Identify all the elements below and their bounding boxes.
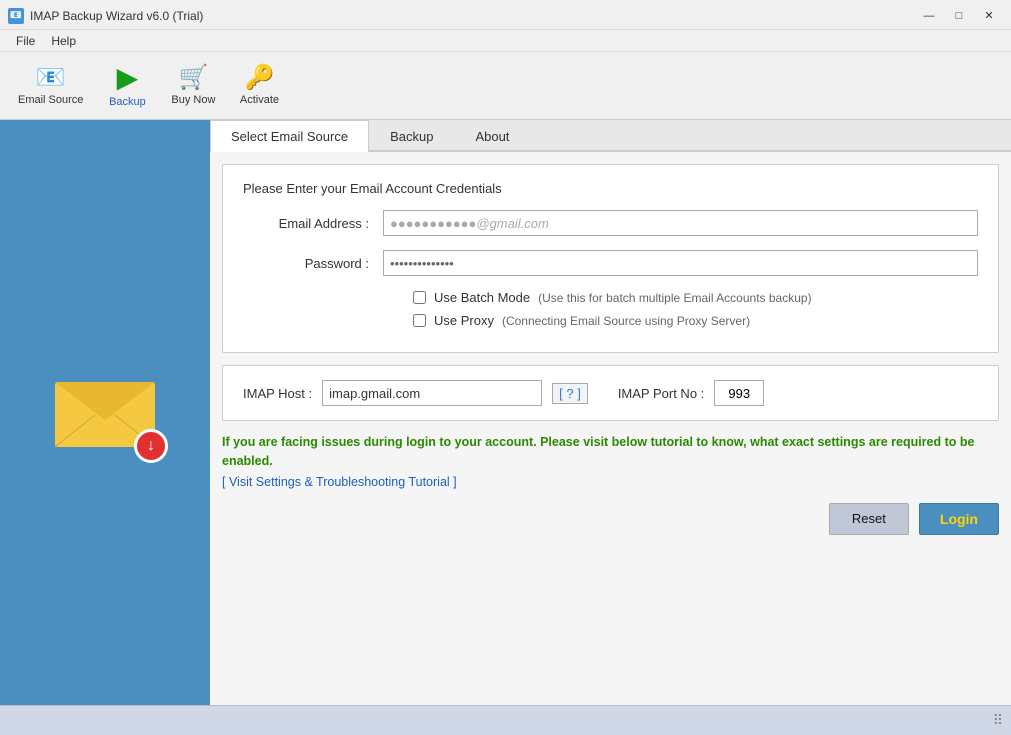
batch-mode-row: Use Batch Mode (Use this for batch multi… (393, 290, 978, 305)
email-label: Email Address : (243, 216, 383, 231)
tab-backup[interactable]: Backup (369, 120, 454, 152)
app-title: IMAP Backup Wizard v6.0 (Trial) (30, 9, 203, 23)
password-label: Password : (243, 256, 383, 271)
email-source-icon: 📧 (36, 66, 66, 90)
credentials-panel: Please Enter your Email Account Credenti… (222, 164, 999, 353)
imap-row: IMAP Host : [ ? ] IMAP Port No : (243, 380, 978, 406)
email-source-button[interactable]: 📧 Email Source (8, 62, 93, 110)
toolbar: 📧 Email Source ▶ Backup 🛒 Buy Now 🔑 Acti… (0, 52, 1011, 120)
tutorial-link[interactable]: [ Visit Settings & Troubleshooting Tutor… (222, 475, 457, 489)
email-input[interactable] (383, 210, 978, 236)
imap-host-label: IMAP Host : (243, 386, 312, 401)
batch-mode-hint: (Use this for batch multiple Email Accou… (538, 291, 811, 305)
close-button[interactable]: ✕ (975, 6, 1003, 26)
imap-port-input[interactable] (714, 380, 764, 406)
buy-now-icon: 🛒 (178, 66, 208, 90)
login-button[interactable]: Login (919, 503, 999, 535)
password-row: Password : (243, 250, 978, 276)
status-bar: ⠿ (0, 705, 1011, 735)
batch-mode-checkbox[interactable] (413, 291, 426, 304)
sidebar-icon: ↓ (45, 363, 165, 463)
buy-now-label: Buy Now (171, 94, 215, 106)
imap-help-button[interactable]: [ ? ] (552, 383, 588, 404)
backup-button[interactable]: ▶ Backup (97, 60, 157, 112)
batch-mode-label: Use Batch Mode (434, 290, 530, 305)
password-input[interactable] (383, 250, 978, 276)
reset-button[interactable]: Reset (829, 503, 909, 535)
backup-label: Backup (109, 96, 146, 108)
maximize-button[interactable]: □ (945, 6, 973, 26)
email-row: Email Address : (243, 210, 978, 236)
imap-port-label: IMAP Port No : (618, 386, 704, 401)
credentials-panel-title: Please Enter your Email Account Credenti… (243, 181, 978, 196)
menu-bar: File Help (0, 30, 1011, 52)
title-bar-left: IMAP Backup Wizard v6.0 (Trial) (8, 8, 203, 24)
activate-button[interactable]: 🔑 Activate (229, 62, 289, 110)
use-proxy-hint: (Connecting Email Source using Proxy Ser… (502, 314, 750, 328)
use-proxy-row: Use Proxy (Connecting Email Source using… (393, 313, 978, 328)
download-badge: ↓ (134, 429, 168, 463)
email-source-label: Email Source (18, 94, 83, 106)
use-proxy-label: Use Proxy (434, 313, 494, 328)
backup-icon: ▶ (117, 64, 139, 92)
download-arrow-icon: ↓ (147, 437, 155, 455)
menu-help[interactable]: Help (43, 32, 84, 50)
imap-section: IMAP Host : [ ? ] IMAP Port No : (222, 365, 999, 421)
main-layout: ↓ Select Email Source Backup About Pleas… (0, 120, 1011, 705)
activate-icon: 🔑 (245, 66, 275, 90)
tab-about[interactable]: About (454, 120, 530, 152)
info-section: If you are facing issues during login to… (222, 433, 999, 489)
tabs: Select Email Source Backup About (210, 120, 1011, 152)
title-bar: IMAP Backup Wizard v6.0 (Trial) — □ ✕ (0, 0, 1011, 30)
title-bar-controls: — □ ✕ (915, 6, 1003, 26)
content-area: Select Email Source Backup About Please … (210, 120, 1011, 705)
sidebar: ↓ (0, 120, 210, 705)
menu-file[interactable]: File (8, 32, 43, 50)
app-icon (8, 8, 24, 24)
activate-label: Activate (240, 94, 279, 106)
tab-select-email-source[interactable]: Select Email Source (210, 120, 369, 152)
buy-now-button[interactable]: 🛒 Buy Now (161, 62, 225, 110)
imap-host-input[interactable] (322, 380, 542, 406)
action-row: Reset Login (222, 503, 999, 535)
status-grip: ⠿ (993, 712, 1003, 729)
info-text: If you are facing issues during login to… (222, 433, 999, 471)
minimize-button[interactable]: — (915, 6, 943, 26)
use-proxy-checkbox[interactable] (413, 314, 426, 327)
